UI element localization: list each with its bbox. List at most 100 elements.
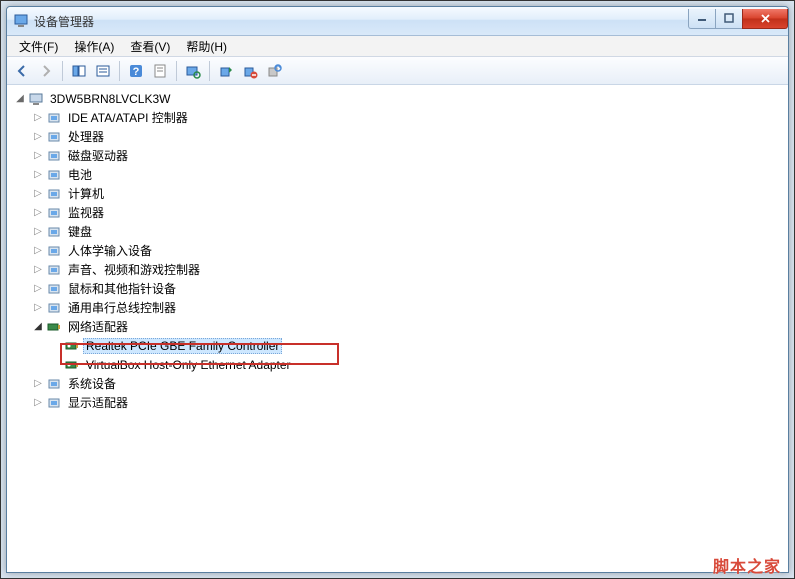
tree-view[interactable]: ◢3DW5BRN8LVCLK3W ▷ IDE ATA/ATAPI 控制器 ▷ 处理器▷磁… bbox=[7, 85, 788, 572]
expand-icon[interactable]: ▷ bbox=[31, 263, 45, 277]
tree-device-label: Realtek PCIe GBE Family Controller bbox=[83, 338, 282, 354]
menu-file[interactable]: 文件(F) bbox=[11, 36, 66, 57]
tree-category-label: 监视器 bbox=[65, 203, 107, 222]
window-title: 设备管理器 bbox=[34, 13, 94, 30]
device-category-icon bbox=[46, 395, 62, 411]
svg-text:?: ? bbox=[133, 66, 140, 78]
tree-category-label: 人体学输入设备 bbox=[65, 241, 155, 260]
tree-category[interactable]: ▷ 声音、视频和游戏控制器 bbox=[31, 260, 786, 279]
tree-category-label: 处理器 bbox=[65, 127, 107, 146]
disable-icon bbox=[242, 63, 258, 79]
network-adapter-icon bbox=[46, 319, 62, 335]
tree-device[interactable]: Realtek PCIe GBE Family Controller bbox=[49, 336, 786, 355]
collapse-icon[interactable]: ◢ bbox=[31, 320, 45, 334]
tree-category-label: IDE ATA/ATAPI 控制器 bbox=[65, 108, 191, 127]
tree-category[interactable]: ◢ 网络适配器 bbox=[31, 317, 786, 336]
tree-root[interactable]: ◢3DW5BRN8LVCLK3W bbox=[13, 89, 786, 108]
tree-category-label: 鼠标和其他指针设备 bbox=[65, 279, 179, 298]
uninstall-icon bbox=[266, 63, 282, 79]
toolbar-separator bbox=[209, 61, 210, 81]
tree-category-label: 电池 bbox=[65, 165, 95, 184]
expand-icon[interactable]: ▷ bbox=[31, 225, 45, 239]
maximize-button[interactable] bbox=[715, 9, 743, 29]
tree-category-label: 系统设备 bbox=[65, 374, 119, 393]
toolbar: ? bbox=[7, 57, 788, 85]
properties-button[interactable] bbox=[149, 60, 171, 82]
tree-category[interactable]: ▷ 电池 bbox=[31, 165, 786, 184]
device-category-icon bbox=[46, 262, 62, 278]
expand-icon[interactable]: ▷ bbox=[31, 301, 45, 315]
expand-icon[interactable]: ▷ bbox=[31, 168, 45, 182]
uninstall-button[interactable] bbox=[263, 60, 285, 82]
expand-icon[interactable]: ▷ bbox=[31, 244, 45, 258]
computer-icon bbox=[28, 91, 44, 107]
close-button[interactable] bbox=[742, 9, 788, 29]
tree-category-label: 通用串行总线控制器 bbox=[65, 298, 179, 317]
tree-category-label: 显示适配器 bbox=[65, 393, 131, 412]
forward-arrow-icon bbox=[38, 63, 54, 79]
expand-icon[interactable]: ▷ bbox=[31, 206, 45, 220]
tree-category[interactable]: ▷ 通用串行总线控制器 bbox=[31, 298, 786, 317]
menu-help[interactable]: 帮助(H) bbox=[178, 36, 235, 57]
details-button[interactable] bbox=[92, 60, 114, 82]
device-category-icon bbox=[46, 110, 62, 126]
tree-category[interactable]: ▷ IDE ATA/ATAPI 控制器 bbox=[31, 108, 786, 127]
menubar: 文件(F) 操作(A) 查看(V) 帮助(H) bbox=[7, 36, 788, 57]
forward-button[interactable] bbox=[35, 60, 57, 82]
device-category-icon bbox=[46, 148, 62, 164]
tree-category[interactable]: ▷磁盘驱动器 bbox=[31, 146, 786, 165]
titlebar[interactable]: 设备管理器 bbox=[7, 7, 788, 36]
tree-category[interactable]: ▷ 键盘 bbox=[31, 222, 786, 241]
maximize-icon bbox=[724, 13, 734, 23]
tree-device-label: VirtualBox Host-Only Ethernet Adapter bbox=[83, 357, 294, 373]
toolbar-separator bbox=[176, 61, 177, 81]
tree-category-label: 声音、视频和游戏控制器 bbox=[65, 260, 203, 279]
menu-action[interactable]: 操作(A) bbox=[66, 36, 122, 57]
toolbar-separator bbox=[119, 61, 120, 81]
tree-category[interactable]: ▷ 显示适配器 bbox=[31, 393, 786, 412]
help-button[interactable]: ? bbox=[125, 60, 147, 82]
device-category-icon bbox=[46, 129, 62, 145]
device-category-icon bbox=[46, 205, 62, 221]
back-arrow-icon bbox=[14, 63, 30, 79]
tree-category[interactable]: ▷ 监视器 bbox=[31, 203, 786, 222]
tree-category[interactable]: ▷ 鼠标和其他指针设备 bbox=[31, 279, 786, 298]
device-category-icon bbox=[46, 167, 62, 183]
toolbar-separator bbox=[62, 61, 63, 81]
device-category-icon bbox=[46, 186, 62, 202]
minimize-icon bbox=[697, 13, 707, 23]
tree-category[interactable]: ▷ 系统设备 bbox=[31, 374, 786, 393]
scan-icon bbox=[185, 63, 201, 79]
expand-icon[interactable]: ▷ bbox=[31, 149, 45, 163]
device-category-icon bbox=[46, 300, 62, 316]
disable-button[interactable] bbox=[239, 60, 261, 82]
update-driver-button[interactable] bbox=[215, 60, 237, 82]
expander-icon[interactable]: ◢ bbox=[13, 92, 27, 106]
details-icon bbox=[95, 63, 111, 79]
menu-view[interactable]: 查看(V) bbox=[122, 36, 178, 57]
expand-icon[interactable]: ▷ bbox=[31, 187, 45, 201]
expand-icon[interactable]: ▷ bbox=[31, 130, 45, 144]
tree-category-label: 键盘 bbox=[65, 222, 95, 241]
expand-icon[interactable]: ▷ bbox=[31, 282, 45, 296]
minimize-button[interactable] bbox=[688, 9, 716, 29]
tree-device[interactable]: VirtualBox Host-Only Ethernet Adapter bbox=[49, 355, 786, 374]
tree-category[interactable]: ▷ 处理器 bbox=[31, 127, 786, 146]
network-card-icon bbox=[64, 357, 80, 373]
show-hide-button[interactable] bbox=[68, 60, 90, 82]
device-category-icon bbox=[46, 281, 62, 297]
tree-category[interactable]: ▷ 人体学输入设备 bbox=[31, 241, 786, 260]
expand-icon[interactable]: ▷ bbox=[31, 111, 45, 125]
watermark-text: 脚本之家 bbox=[713, 553, 781, 577]
back-button[interactable] bbox=[11, 60, 33, 82]
device-category-icon bbox=[46, 376, 62, 392]
tree-category[interactable]: ▷计算机 bbox=[31, 184, 786, 203]
tree-category-label: 网络适配器 bbox=[65, 317, 131, 336]
close-icon bbox=[760, 13, 771, 24]
properties-icon bbox=[152, 63, 168, 79]
scan-button[interactable] bbox=[182, 60, 204, 82]
device-category-icon bbox=[46, 224, 62, 240]
expand-icon[interactable]: ▷ bbox=[31, 377, 45, 391]
expand-icon[interactable]: ▷ bbox=[31, 396, 45, 410]
show-pane-icon bbox=[71, 63, 87, 79]
